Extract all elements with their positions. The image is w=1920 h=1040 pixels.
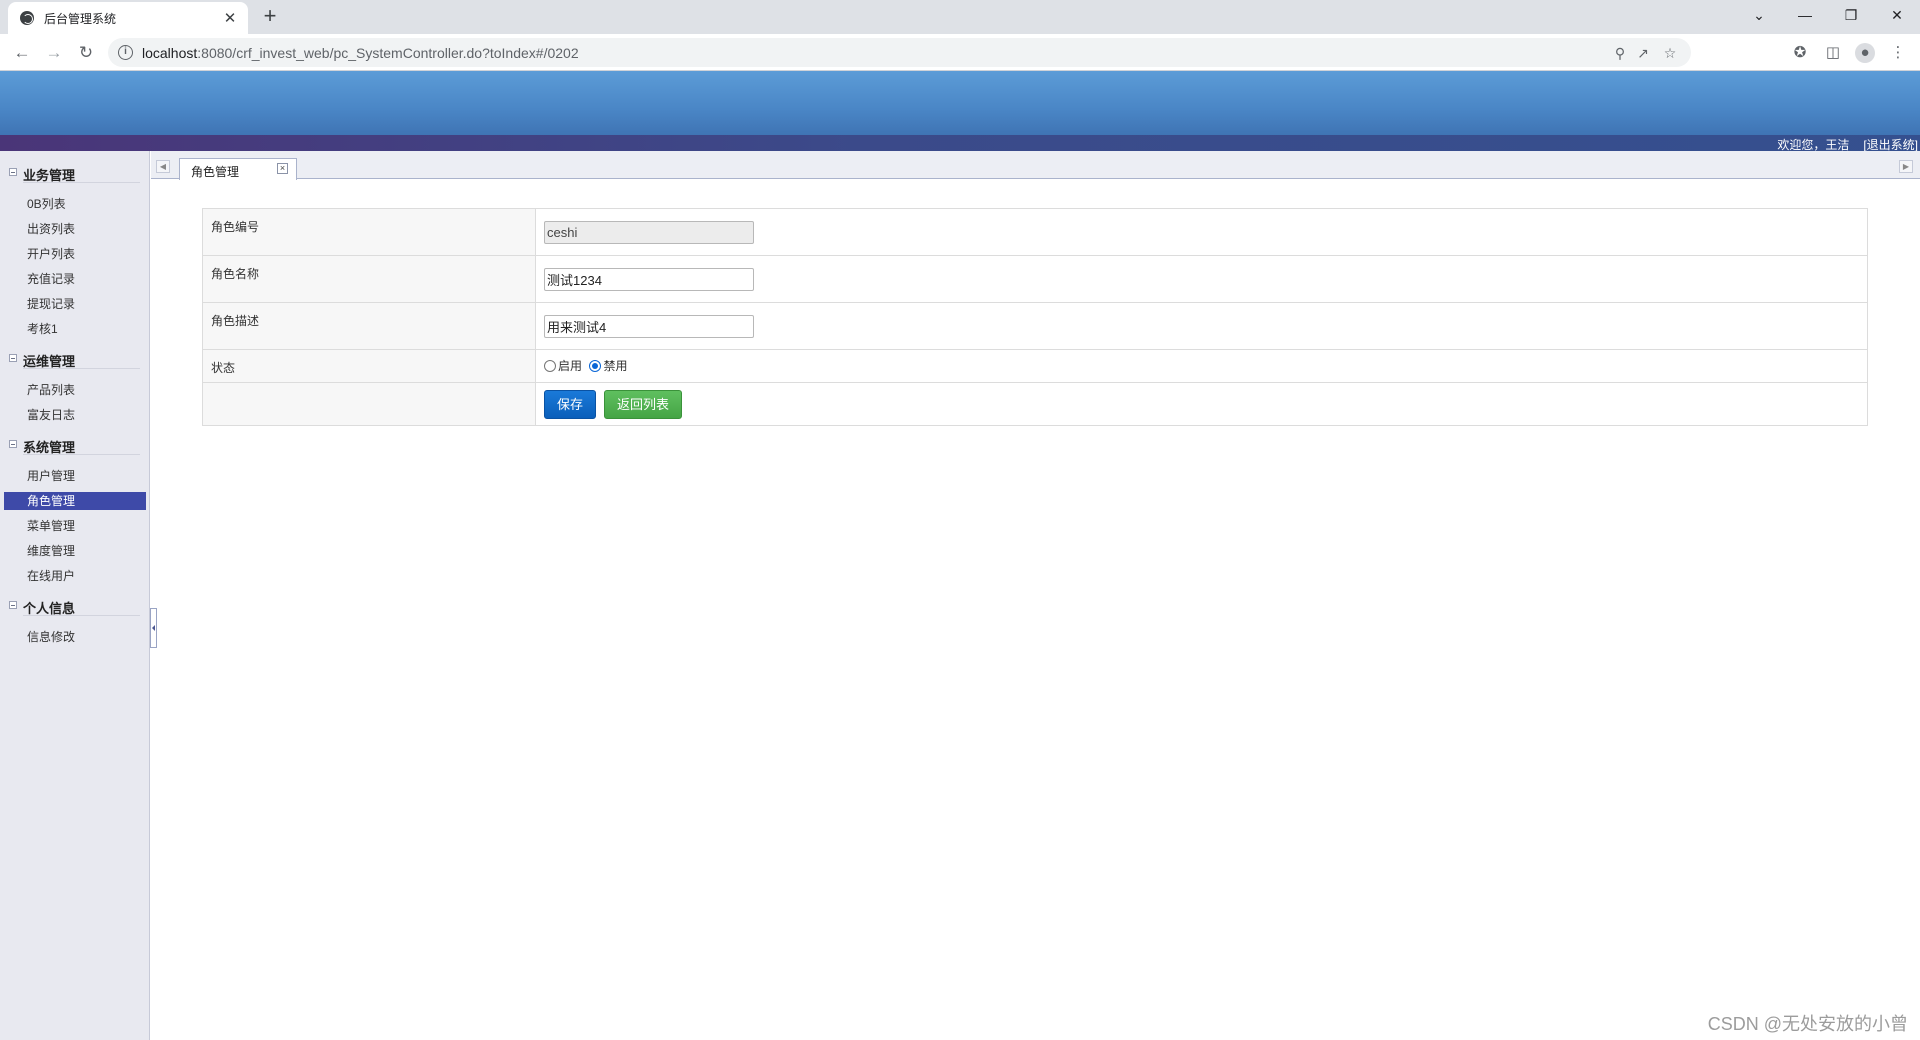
sidebar-item-recharge-records[interactable]: 充值记录: [4, 270, 146, 288]
collapse-toggle-icon[interactable]: [9, 601, 17, 609]
browser-toolbar: ← → ↻ i localhost:8080/crf_invest_web/pc…: [0, 34, 1920, 71]
menu-group-business[interactable]: 业务管理: [0, 161, 146, 183]
share-icon[interactable]: ↗: [1634, 44, 1652, 62]
extensions-icon[interactable]: ✪: [1790, 43, 1810, 63]
browser-tab-title: 后台管理系统: [44, 11, 117, 26]
status-enable-label[interactable]: 启用: [558, 359, 582, 373]
tab-role-management[interactable]: 角色管理 ×: [179, 158, 297, 180]
role-desc-label: 角色描述: [202, 302, 536, 350]
sidebar-menu: 业务管理 0B列表 出资列表 开户列表 充值记录 提现记录 考核1 运维管理 产…: [0, 151, 150, 1040]
status-disable-label[interactable]: 禁用: [603, 359, 627, 373]
content-tabbar: ◀ 角色管理 × ▶: [151, 151, 1920, 180]
menu-group-ops[interactable]: 运维管理: [0, 347, 146, 369]
role-desc-input[interactable]: [544, 314, 754, 338]
key-icon[interactable]: ⚲: [1611, 44, 1629, 62]
sidebar-item-online-users[interactable]: 在线用户: [4, 567, 146, 585]
globe-icon: [20, 11, 34, 25]
tab-scroll-right-icon[interactable]: ▶: [1899, 160, 1913, 173]
tab-close-icon[interactable]: ✕: [222, 9, 238, 27]
tab-scroll-left-icon[interactable]: ◀: [156, 160, 170, 173]
address-bar[interactable]: i localhost:8080/crf_invest_web/pc_Syste…: [108, 38, 1691, 67]
group-divider: [23, 454, 140, 455]
form-row: 角色名称: [202, 255, 1868, 303]
logout-link[interactable]: [退出系统]: [1863, 138, 1918, 152]
sidebar-item-fuiou-log[interactable]: 富友日志: [4, 406, 146, 424]
browser-tabstrip: 后台管理系统 ✕ + ⌄ — ❐ ✕: [0, 0, 1920, 34]
group-divider: [23, 182, 140, 183]
empty-label-cell: [202, 382, 536, 426]
collapse-toggle-icon[interactable]: [9, 354, 17, 362]
role-name-input[interactable]: [544, 267, 754, 291]
collapse-toggle-icon[interactable]: [9, 168, 17, 176]
content-tab-label: 角色管理: [191, 165, 240, 179]
reload-icon[interactable]: ↻: [74, 41, 98, 65]
sidebar-item-dimension-management[interactable]: 维度管理: [4, 542, 146, 560]
status-label: 状态: [202, 349, 536, 383]
sidebar-item-funding-list[interactable]: 出资列表: [4, 220, 146, 238]
close-window-button[interactable]: ✕: [1880, 4, 1914, 26]
back-arrow-icon[interactable]: ←: [10, 41, 34, 65]
sidebar-item-withdraw-records[interactable]: 提现记录: [4, 295, 146, 313]
role-code-input[interactable]: [544, 220, 754, 244]
sidebar-item-account-list[interactable]: 开户列表: [4, 245, 146, 263]
minimize-button[interactable]: —: [1788, 4, 1822, 26]
sidebar-item-product-list[interactable]: 产品列表: [4, 381, 146, 399]
sidebar-item-ob-list[interactable]: 0B列表: [4, 195, 146, 213]
browser-tab[interactable]: 后台管理系统 ✕: [8, 2, 248, 34]
new-tab-button[interactable]: +: [258, 5, 282, 29]
app-status-bar: 欢迎您，王洁 [退出系统]: [0, 135, 1920, 152]
close-icon[interactable]: ×: [277, 163, 288, 174]
restore-button[interactable]: ❐: [1834, 4, 1868, 26]
collapse-toggle-icon[interactable]: [9, 440, 17, 448]
form-row: 角色描述: [202, 302, 1868, 350]
back-to-list-button[interactable]: 返回列表: [604, 389, 683, 419]
role-code-label: 角色编号: [202, 208, 536, 256]
role-name-label: 角色名称: [202, 255, 536, 303]
menu-group-system[interactable]: 系统管理: [0, 433, 146, 455]
bookmark-star-icon[interactable]: ☆: [1661, 44, 1679, 62]
profile-icon[interactable]: ●: [1855, 43, 1875, 63]
tab-search-icon[interactable]: ⌄: [1742, 4, 1776, 26]
welcome-text: 欢迎您，王洁: [1777, 138, 1850, 152]
app-banner: [0, 71, 1920, 135]
sidebar-item-role-management[interactable]: 角色管理: [4, 492, 146, 510]
menu-group-personal[interactable]: 个人信息: [0, 594, 146, 616]
form-row: 状态 启用 禁用: [202, 349, 1868, 383]
status-enable-radio[interactable]: [544, 360, 556, 372]
role-form: 角色编号 角色名称 角色描述 状态 启用 禁用 保存返回列表: [202, 208, 1868, 426]
sidebar-item-user-management[interactable]: 用户管理: [4, 467, 146, 485]
forward-arrow-icon[interactable]: →: [42, 41, 66, 65]
status-disable-radio[interactable]: [589, 360, 602, 372]
menu-kebab-icon[interactable]: ⋮: [1888, 43, 1908, 63]
form-row: 角色编号: [202, 208, 1868, 256]
sidebar-item-assessment[interactable]: 考核1: [4, 320, 146, 338]
sidebar-collapse-handle[interactable]: [150, 608, 157, 648]
save-button[interactable]: 保存: [544, 389, 597, 419]
sidebar-item-menu-management[interactable]: 菜单管理: [4, 517, 146, 535]
sidebar-item-edit-info[interactable]: 信息修改: [4, 628, 146, 646]
watermark: CSDN @无处安放的小曾: [1707, 1014, 1908, 1034]
group-divider: [23, 368, 140, 369]
url-text[interactable]: localhost:8080/crf_invest_web/pc_SystemC…: [142, 45, 579, 61]
side-panel-icon[interactable]: ◫: [1823, 43, 1843, 63]
group-divider: [23, 615, 140, 616]
site-info-icon[interactable]: i: [118, 45, 133, 60]
form-row: 保存 返回列表: [202, 382, 1868, 426]
